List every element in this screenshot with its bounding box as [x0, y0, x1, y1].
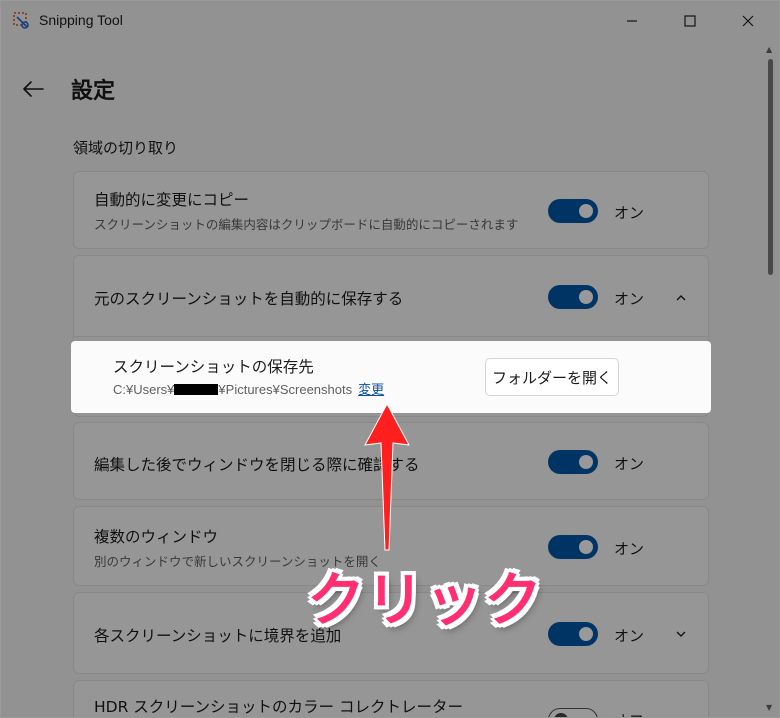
app-window: Snipping Tool 設定 領域の切り取り 自動的に変更にコピー スクリー…	[0, 0, 780, 718]
red-arrow-annotation	[364, 402, 410, 551]
save-location-title: スクリーンショットの保存先	[113, 358, 314, 376]
change-link[interactable]: 変更	[358, 382, 384, 397]
path-prefix: C:¥Users¥	[113, 382, 175, 397]
redacted-username	[174, 384, 219, 395]
path-suffix: ¥Pictures¥Screenshots	[218, 382, 353, 397]
click-callout: クリック	[307, 566, 544, 634]
save-location-path: C:¥Users¥ ¥Pictures¥Screenshots 変更	[113, 379, 384, 398]
open-folder-button[interactable]: フォルダーを開く	[485, 358, 619, 396]
